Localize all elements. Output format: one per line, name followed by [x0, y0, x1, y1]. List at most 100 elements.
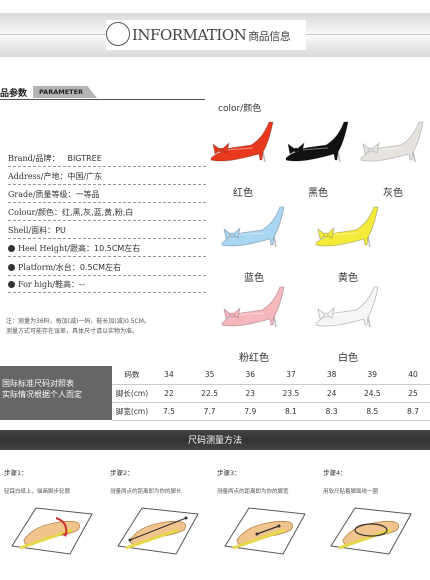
table-cell: 24.5 — [348, 384, 397, 403]
spec-label: Address/产地： — [8, 172, 68, 181]
shoe-color-label: 粉红色 — [239, 353, 269, 364]
shoe-image — [282, 118, 354, 164]
pump-shoe-icon — [210, 121, 274, 163]
table-cell: 8.3 — [314, 402, 349, 421]
spec-heel-height: Heel Height/跟高：10.5CM左右 — [8, 243, 140, 254]
spec-value: 10.5CM左右 — [94, 244, 141, 253]
step-title: 步骤3： — [217, 469, 241, 477]
spec-rule — [8, 166, 206, 167]
table-cell: 8.5 — [348, 402, 397, 421]
spec-rule — [8, 184, 206, 185]
spec-value: 0.5CM左右 — [79, 263, 122, 272]
spec-grade: Grade/质量等级：一等品 — [8, 189, 100, 200]
step-illustration — [10, 500, 94, 558]
spec-value: 中国/广东 — [67, 172, 103, 181]
foot-measure-icon — [224, 507, 306, 555]
shoe-color-label: 蓝色 — [244, 273, 264, 284]
pump-shoe-icon — [221, 206, 285, 248]
spec-label: For high/鞋高： — [18, 280, 79, 289]
shoe-image — [218, 203, 290, 249]
size-table: 码数 34 35 36 37 38 39 40 脚长(cm) 22 22.5 2… — [112, 366, 430, 421]
spec-rule — [8, 292, 206, 293]
spec-label: Brand/品牌： — [8, 154, 60, 163]
spec-rule — [8, 202, 206, 203]
pump-shoe-icon — [315, 206, 379, 248]
params-title: 品参数 — [0, 89, 28, 99]
table-cell: 37 — [267, 366, 315, 385]
table-cell: 24 — [314, 384, 349, 403]
params-rule — [0, 99, 205, 100]
pump-shoe-icon — [360, 121, 424, 163]
table-cell: 23 — [233, 384, 268, 403]
table-cell: 22.5 — [185, 384, 234, 403]
foot-measure-icon — [117, 507, 199, 555]
foot-measure-icon — [330, 507, 412, 555]
step-illustration — [223, 500, 307, 558]
step-description: 轻踩白纸上，描画脚步轮廓 — [4, 489, 71, 495]
spec-rule — [8, 238, 206, 239]
table-cell: 7.5 — [152, 402, 186, 421]
table-cell: 7.7 — [185, 402, 234, 421]
spec-address: Address/产地：中国/广东 — [8, 171, 102, 182]
step-title: 步骤4： — [323, 469, 347, 477]
header-title-cn: 商品信息 — [248, 30, 291, 43]
spec-rule — [8, 256, 206, 257]
spec-brand: Brand/品牌： BIGTREE — [8, 153, 102, 164]
shoe-color-label: 红色 — [233, 188, 253, 199]
step-description: 测量两点的距离即为你的脚宽 — [217, 489, 289, 495]
pump-shoe-icon — [315, 286, 379, 328]
step-description: 用软尺贴着脚面绕一圈 — [323, 489, 379, 495]
spec-label: Shell/面料： — [8, 226, 56, 235]
table-cell: 8.1 — [267, 402, 315, 421]
header-circle-icon — [106, 22, 130, 46]
shoe-image — [312, 203, 384, 249]
table-row: 码数 34 35 36 37 38 39 40 — [112, 366, 430, 385]
table-cell: 38 — [314, 366, 349, 385]
spec-value: 红,黑,灰,蓝,黄,粉,白 — [61, 208, 134, 217]
shoe-color-label: 灰色 — [383, 188, 403, 199]
spec-value: 一等品 — [75, 190, 100, 199]
spec-rule — [8, 220, 206, 221]
step-illustration — [116, 500, 200, 558]
shoe-image — [218, 283, 290, 329]
bullet-icon — [8, 244, 15, 252]
table-cell: 7.9 — [233, 402, 268, 421]
size-table-caption-line: 实际情况根据个人而定 — [2, 390, 82, 399]
product-info-page: INFORMATION 商品信息 品参数 PARAMETER Brand/品牌： B… — [0, 0, 430, 580]
row-header: 脚长(cm) — [112, 384, 152, 403]
bullet-icon — [8, 263, 15, 271]
note-line: 测量方式可能存在误差，具体尺寸请以实物为准。 — [6, 328, 139, 335]
spec-label: Platform/水台： — [18, 263, 80, 272]
table-cell: 8.7 — [396, 402, 430, 421]
table-cell: 22 — [152, 384, 186, 403]
row-header: 脚宽(cm) — [112, 402, 152, 421]
spec-label: Grade/质量等级： — [8, 190, 76, 199]
spec-label: Heel Height/跟高： — [18, 244, 94, 253]
shoe-color-label: 白色 — [338, 353, 358, 364]
spec-for-high: For high/鞋高：-- — [8, 279, 85, 290]
color-heading: color/颜色 — [218, 104, 262, 114]
step-description: 测量两点的距离即为你的脚长 — [110, 489, 182, 495]
pump-shoe-icon — [221, 286, 285, 328]
spec-value: -- — [78, 280, 85, 289]
spec-rule — [8, 275, 206, 276]
shoe-color-label: 黑色 — [308, 188, 328, 199]
spec-colour: Colour/颜色：红,黑,灰,蓝,黄,粉,白 — [8, 207, 133, 218]
shoe-image — [357, 118, 429, 164]
table-cell: 25 — [396, 384, 430, 403]
spec-label: Colour/颜色： — [8, 208, 62, 217]
table-cell: 34 — [152, 366, 186, 385]
table-cell: 36 — [233, 366, 268, 385]
table-cell: 23.5 — [267, 384, 315, 403]
spec-value: BIGTREE — [67, 154, 102, 163]
spec-value: PU — [55, 226, 66, 235]
step-title: 步骤2： — [110, 469, 134, 477]
size-table-caption-line: 国际标准尺码对照表 — [2, 379, 74, 388]
bullet-icon — [8, 280, 15, 288]
header-title: INFORMATION 商品信息 — [132, 26, 291, 44]
table-row: 脚长(cm) 22 22.5 23 23.5 24 24.5 25 — [112, 384, 430, 403]
shoe-image — [207, 118, 279, 164]
pump-shoe-icon — [285, 121, 349, 163]
table-cell: 39 — [348, 366, 397, 385]
foot-measure-icon — [11, 507, 93, 555]
